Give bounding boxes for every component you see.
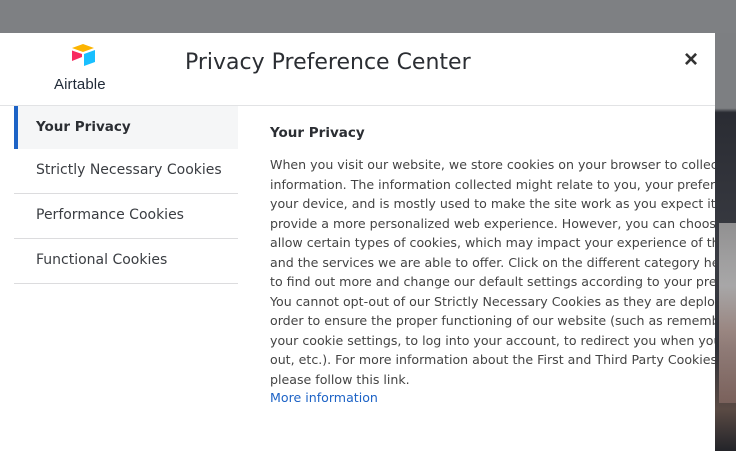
tab-label: Your Privacy bbox=[36, 119, 131, 135]
tab-label: Strictly Necessary Cookies bbox=[36, 162, 222, 178]
airtable-logo: Airtable bbox=[50, 43, 120, 95]
dialog-header: Airtable Privacy Preference Center × bbox=[0, 33, 715, 106]
description-line: your device, and is mostly used to make … bbox=[270, 196, 715, 211]
tab-your-privacy[interactable]: Your Privacy bbox=[14, 106, 238, 149]
description-line: and the services we are able to offer. C… bbox=[270, 254, 715, 270]
tab-content-panel: Your Privacy When you visit our website,… bbox=[270, 125, 715, 405]
description-line: provide a more personalized web experien… bbox=[270, 215, 715, 231]
description-line: order to ensure the proper functioning o… bbox=[270, 313, 715, 328]
category-tab-list: Your Privacy Strictly Necessary Cookies … bbox=[14, 106, 238, 284]
description-line: your cookie settings, to log into your a… bbox=[270, 332, 715, 348]
description-line: out, etc.). For more information about t… bbox=[270, 352, 715, 367]
tab-label: Performance Cookies bbox=[36, 207, 184, 223]
privacy-description: When you visit our website, we store coo… bbox=[270, 155, 715, 389]
active-tab-indicator bbox=[14, 106, 18, 149]
description-line: When you visit our website, we store coo… bbox=[270, 157, 715, 172]
description-line: to find out more and change our default … bbox=[270, 274, 715, 289]
content-heading: Your Privacy bbox=[270, 125, 365, 141]
description-line: You cannot opt-out of our Strictly Neces… bbox=[270, 293, 715, 309]
airtable-logo-icon bbox=[72, 44, 95, 66]
description-line: information. The information collected m… bbox=[270, 176, 715, 192]
privacy-preference-dialog: Airtable Privacy Preference Center × You… bbox=[0, 33, 715, 451]
page-backdrop bbox=[0, 0, 736, 33]
logo-text: Airtable bbox=[54, 76, 106, 93]
description-line: allow certain types of cookies, which ma… bbox=[270, 235, 715, 250]
tab-label: Functional Cookies bbox=[36, 252, 168, 268]
page-backdrop-right bbox=[715, 33, 736, 451]
tab-strictly-necessary-cookies[interactable]: Strictly Necessary Cookies bbox=[14, 149, 238, 194]
close-button[interactable]: × bbox=[678, 47, 704, 73]
tab-performance-cookies[interactable]: Performance Cookies bbox=[14, 194, 238, 239]
background-image bbox=[719, 223, 736, 403]
dialog-title: Privacy Preference Center bbox=[185, 50, 471, 75]
more-information-link[interactable]: More information bbox=[270, 390, 715, 405]
tab-functional-cookies[interactable]: Functional Cookies bbox=[14, 239, 238, 284]
description-line: please follow this link. bbox=[270, 371, 410, 387]
